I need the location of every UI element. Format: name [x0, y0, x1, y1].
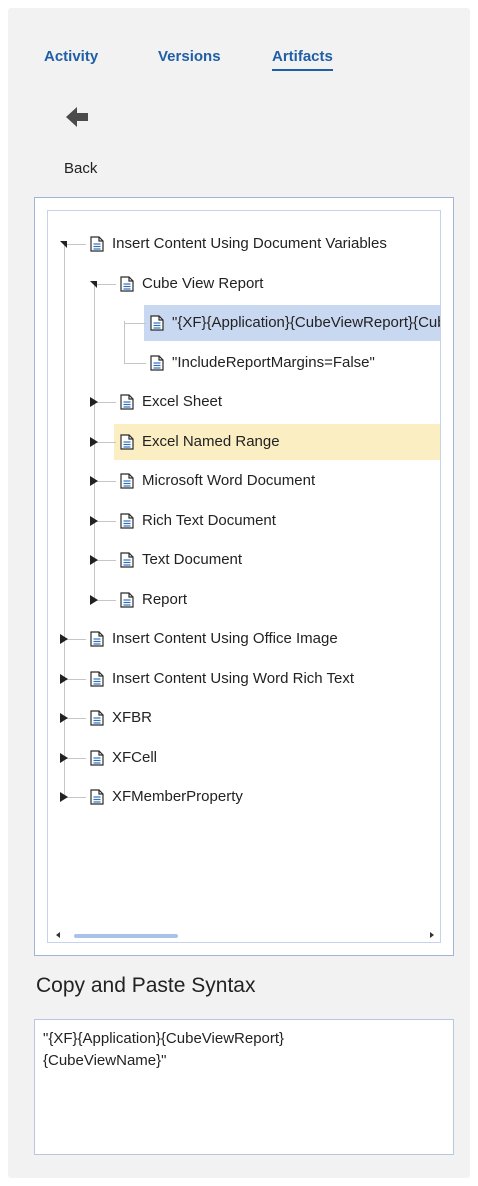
tree-node-label: Insert Content Using Office Image	[112, 630, 338, 647]
tree-node-label: Report	[142, 590, 188, 608]
expand-toggle-icon[interactable]	[90, 476, 98, 486]
document-icon	[90, 236, 104, 252]
scroll-right-icon[interactable]	[430, 932, 434, 938]
document-icon	[90, 749, 104, 766]
document-icon	[120, 591, 134, 608]
scrollbar-thumb[interactable]	[74, 934, 178, 938]
expand-toggle-icon[interactable]	[60, 634, 68, 644]
tree-node-label: XFCell	[112, 748, 158, 766]
tree-node-label: Microsoft Word Document	[142, 472, 316, 489]
scroll-left-icon[interactable]	[56, 932, 60, 938]
tree-node-label: Cube View Report	[142, 274, 264, 292]
document-icon	[120, 552, 134, 568]
expand-toggle-icon[interactable]	[60, 792, 68, 802]
tree-node-label: XFBR	[112, 709, 153, 726]
document-icon	[120, 512, 134, 529]
tree-node-label: Text Document	[142, 551, 243, 568]
back-arrow-icon	[66, 107, 88, 127]
document-icon	[120, 433, 134, 450]
expand-toggle-icon[interactable]	[90, 436, 98, 447]
tree-connector	[124, 323, 146, 324]
document-icon	[90, 631, 104, 647]
tree-connector	[124, 362, 146, 364]
document-icon	[120, 275, 134, 292]
back-button[interactable]: Back	[60, 104, 106, 182]
tab-activity[interactable]: Activity	[44, 48, 98, 65]
tree-node-label: "{XF}{Application}{CubeViewReport}{CubeV…	[172, 314, 440, 331]
tree-node-label: "IncludeReportMargins=False"	[172, 353, 375, 371]
document-icon	[150, 315, 164, 331]
horizontal-scrollbar[interactable]	[48, 928, 440, 942]
tree-node-label: XFMemberProperty	[112, 788, 243, 805]
expand-toggle-icon[interactable]	[60, 673, 68, 684]
document-icon	[120, 473, 134, 489]
document-icon	[90, 789, 104, 805]
tree-connector	[94, 283, 116, 285]
document-icon	[150, 354, 164, 371]
tree-node-label: Rich Text Document	[142, 511, 276, 529]
tree-viewport: Insert Content Using Document Variables C…	[47, 210, 441, 943]
back-label: Back	[64, 160, 98, 177]
syntax-title: Copy and Paste Syntax	[36, 974, 256, 997]
tree-node-label: Insert Content Using Word Rich Text	[112, 669, 355, 687]
tree-node-label: Excel Named Range	[142, 432, 280, 450]
expand-toggle-icon[interactable]	[90, 594, 98, 605]
collapse-toggle-icon[interactable]	[90, 280, 97, 288]
expand-toggle-icon[interactable]	[60, 713, 68, 723]
syntax-textbox[interactable]: "{XF}{Application}{CubeViewReport} {Cube…	[34, 1019, 454, 1155]
tab-versions[interactable]: Versions	[158, 48, 221, 65]
tree-connector	[64, 244, 86, 245]
document-icon	[90, 670, 104, 687]
expand-toggle-icon[interactable]	[90, 397, 98, 407]
expand-toggle-icon[interactable]	[90, 555, 98, 565]
collapse-toggle-icon[interactable]	[60, 241, 67, 248]
tab-artifacts[interactable]: Artifacts	[272, 48, 333, 71]
document-icon	[90, 710, 104, 726]
expand-toggle-icon[interactable]	[60, 752, 68, 763]
document-icon	[120, 394, 134, 410]
tree-guide-line	[124, 321, 125, 363]
tree-node-label: Excel Sheet	[142, 393, 223, 410]
expand-toggle-icon[interactable]	[90, 515, 98, 526]
tree-node-label: Insert Content Using Document Variables	[112, 235, 387, 252]
artifact-tree: Insert Content Using Document Variables C…	[34, 197, 454, 956]
